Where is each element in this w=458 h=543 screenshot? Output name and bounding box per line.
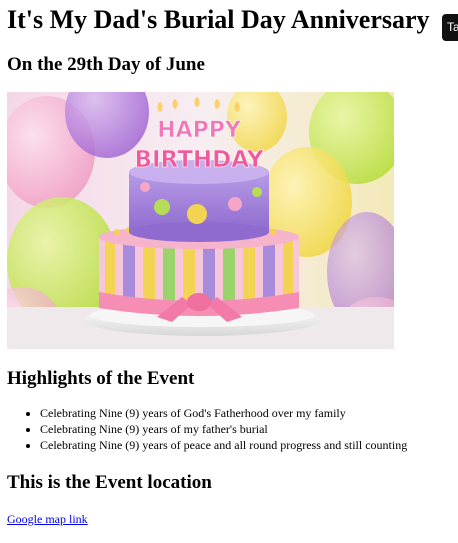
cake-illustration: HAPPY BIRTHDAY [7, 92, 394, 349]
list-item: Celebrating Nine (9) years of my father'… [40, 421, 407, 437]
cake-text-top: HAPPY [157, 118, 242, 143]
hero-image: HAPPY BIRTHDAY [7, 92, 394, 349]
highlights-list: Celebrating Nine (9) years of God's Fath… [0, 405, 407, 453]
google-map-link[interactable]: Google map link [7, 511, 88, 527]
list-item: Celebrating Nine (9) years of peace and … [40, 437, 407, 453]
page: It's My Dad's Burial Day Anniversary Ta … [0, 0, 458, 543]
location-heading: This is the Event location [7, 472, 212, 493]
cake-text-bottom: BIRTHDAY [134, 147, 263, 173]
page-subtitle: On the 29th Day of June [7, 54, 205, 75]
highlights-heading: Highlights of the Event [7, 368, 195, 389]
list-item: Celebrating Nine (9) years of God's Fath… [40, 405, 407, 421]
page-title: It's My Dad's Burial Day Anniversary [7, 5, 430, 34]
corner-tab[interactable]: Ta [442, 14, 458, 41]
